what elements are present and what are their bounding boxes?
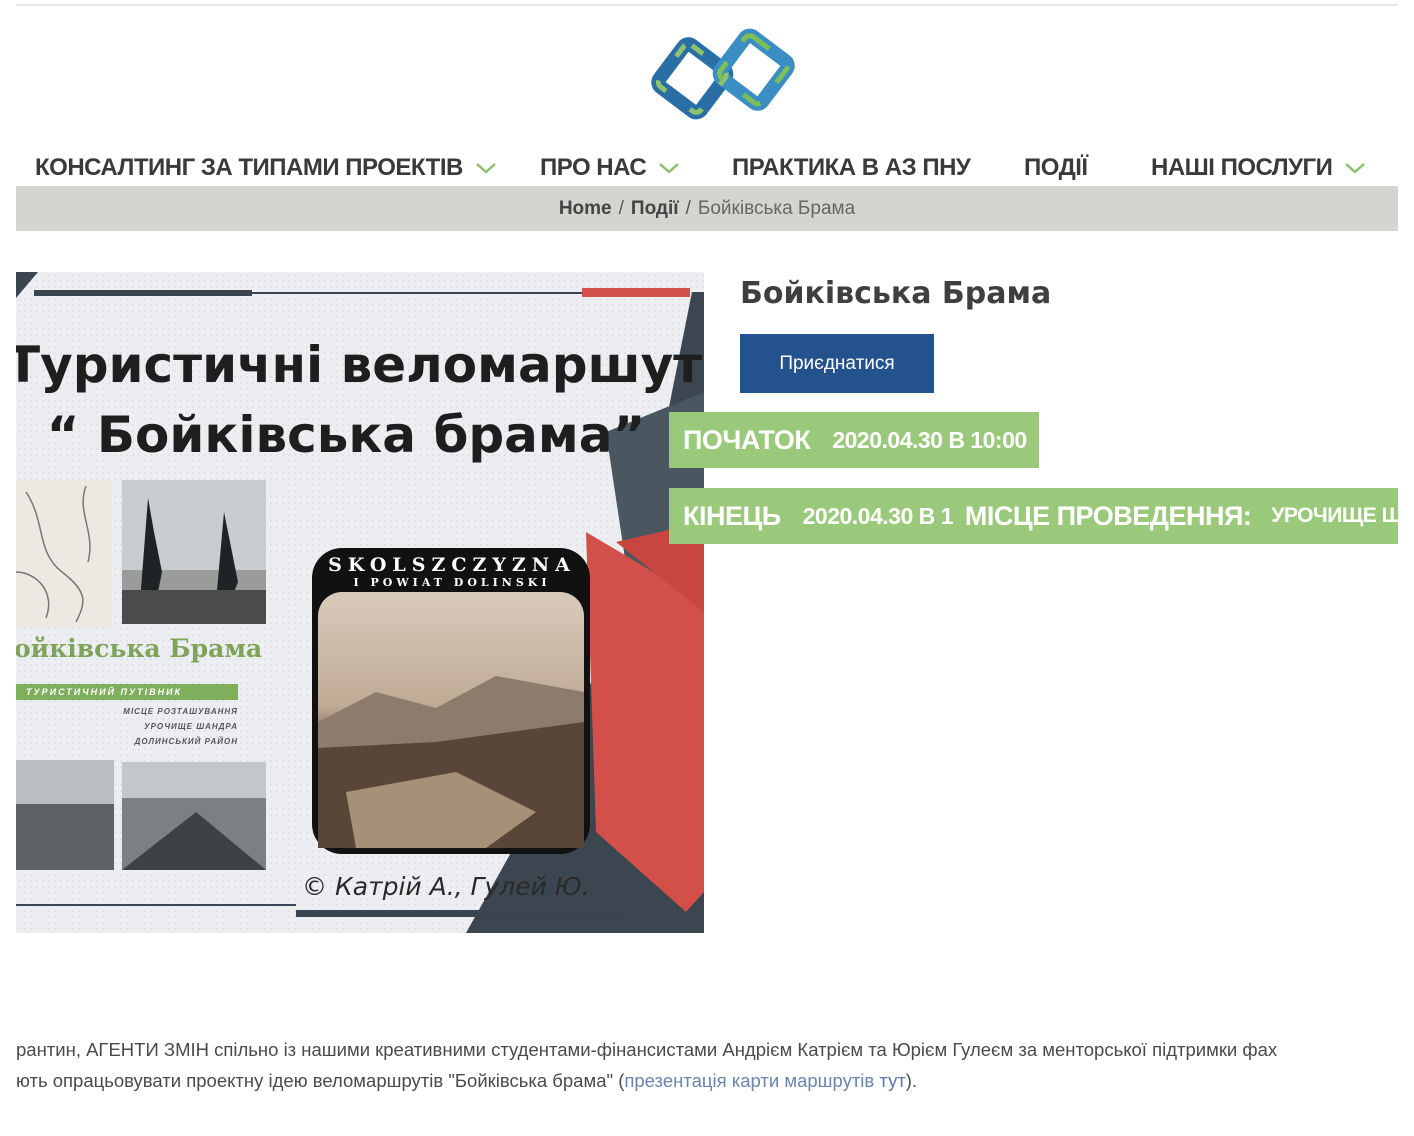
poster-stamp-line1: SKOLSZCZYZNA	[328, 554, 576, 576]
breadcrumb-events-link[interactable]: Події	[631, 198, 679, 220]
poster-guide-sub-line: ДОЛИНСЬКИЙ РАЙОН	[134, 737, 238, 746]
breadcrumb-separator: /	[685, 197, 691, 219]
poster-stamp-line2: I POWIAT DOLINSKI	[353, 576, 551, 589]
poster-guide-sub: МІСЦЕ РОЗТАШУВАННЯ УРОЧИЩЕ ШАНДРА ДОЛИНС…	[86, 704, 238, 749]
chevron-down-icon	[475, 163, 496, 174]
chevron-down-icon	[659, 163, 680, 174]
breadcrumb-home-link[interactable]: Home	[559, 198, 612, 220]
join-button[interactable]: Приєднатися	[740, 334, 934, 393]
breadcrumb-current: Бойківська Брама	[697, 197, 856, 219]
event-title: Бойківська Брама	[740, 276, 1052, 311]
nav-label: ПРО НАС	[540, 154, 647, 181]
nav-label: НАШІ ПОСЛУГИ	[1151, 154, 1333, 181]
poster-stamp-header: SKOLSZCZYZNA I POWIAT DOLINSKI	[314, 554, 590, 589]
nav-label: ПОДІЇ	[1024, 154, 1088, 181]
event-end-value: 2020.04.30 В 1	[802, 502, 954, 529]
event-start-label: ПОЧАТОК	[683, 424, 811, 455]
event-end-label: КІНЕЦЬ	[683, 500, 781, 531]
presentation-link[interactable]: тут	[879, 1070, 905, 1091]
breadcrumb: Home / Події / Бойківська Брама	[16, 186, 1398, 231]
nav-item-events[interactable]: ПОДІЇ	[1024, 150, 1088, 186]
breadcrumb-separator: /	[618, 197, 624, 219]
event-place-label: МІСЦЕ ПРОВЕДЕННЯ:	[964, 500, 1252, 531]
nav-item-services[interactable]: НАШІ ПОСЛУГИ	[1151, 150, 1366, 186]
description-text: ).	[905, 1070, 918, 1091]
logo-icon[interactable]	[650, 26, 796, 122]
nav-item-consulting[interactable]: КОНСАЛТИНГ ЗА ТИПАМИ ПРОЕКТІВ	[35, 150, 497, 186]
nav-item-practice[interactable]: ПРАКТИКА В АЗ ПНУ	[732, 150, 971, 186]
event-place-value: УРОЧИЩЕ ШАН	[1271, 504, 1398, 527]
top-divider	[16, 4, 1398, 6]
poster-guide-title: ойківська Брама	[16, 634, 263, 663]
description-line: рантин, АГЕНТИ ЗМІН спільно із нашими кр…	[16, 1039, 1278, 1060]
poster-guide-bar: ТУРИСТИЧНИЙ ПУТІВНИК	[16, 684, 238, 700]
poster-guide-sub-line: МІСЦЕ РОЗТАШУВАННЯ	[123, 707, 238, 716]
chevron-down-icon	[1345, 163, 1366, 174]
poster-title-line2: “ Бойківська брама”	[46, 406, 646, 464]
description-line: ють опрацьовувати проектну ідею веломарш…	[16, 1065, 1398, 1096]
nav-label: КОНСАЛТИНГ ЗА ТИПАМИ ПРОЕКТІВ	[35, 154, 463, 181]
poster-credit: © Катрій А., Гулей Ю.	[302, 872, 590, 901]
nav-item-about[interactable]: ПРО НАС	[540, 150, 680, 186]
event-start-value: 2020.04.30 В 10:00	[832, 426, 1027, 453]
description-text: ють опрацьовувати проектну ідею веломарш…	[16, 1070, 625, 1091]
poster-guide-sub-line: УРОЧИЩЕ ШАНДРА	[144, 722, 238, 731]
main-nav: КОНСАЛТИНГ ЗА ТИПАМИ ПРОЕКТІВ ПРО НАС ПР…	[0, 150, 1414, 186]
event-start-bar: ПОЧАТОК 2020.04.30 В 10:00	[669, 412, 1039, 468]
poster-title: Туристичні веломаршути “ Бойківська брам…	[16, 332, 704, 468]
poster-title-line1: Туристичні веломаршути	[16, 336, 704, 394]
nav-label: ПРАКТИКА В АЗ ПНУ	[732, 154, 971, 181]
event-end-bar: КІНЕЦЬ 2020.04.30 В 1 МІСЦЕ ПРОВЕДЕННЯ: …	[669, 488, 1398, 544]
event-description: рантин, АГЕНТИ ЗМІН спільно із нашими кр…	[16, 1034, 1398, 1096]
description-presentation-text: презентація карти маршрутів	[624, 1070, 875, 1091]
event-poster-image: Туристичні веломаршути “ Бойківська брам…	[16, 272, 704, 933]
